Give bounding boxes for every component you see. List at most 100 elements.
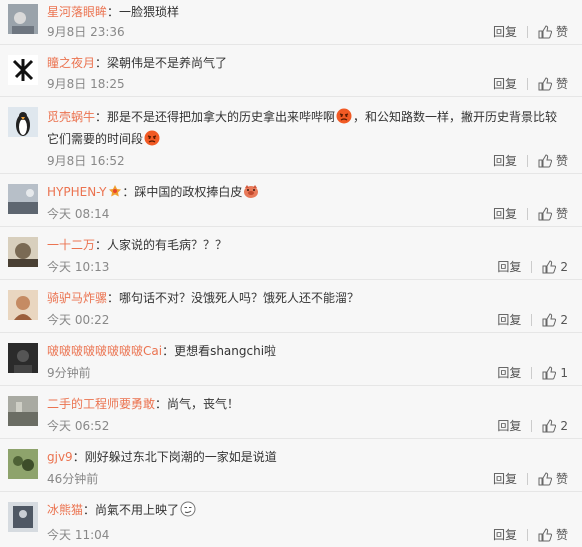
like-button[interactable]: 赞: [538, 152, 568, 170]
thumbs-up-icon: [538, 25, 552, 39]
like-button[interactable]: 赞: [538, 470, 568, 488]
like-button[interactable]: 2: [542, 258, 568, 276]
reply-button[interactable]: 回复: [493, 23, 517, 41]
divider: [526, 155, 528, 167]
username-link[interactable]: 瞳之夜月: [47, 56, 95, 70]
like-count: 2: [560, 260, 568, 274]
thumbs-up-icon: [538, 154, 552, 168]
like-count: 1: [560, 366, 568, 380]
comment-text: ：尚气，丧气！: [155, 397, 240, 411]
username-link[interactable]: 觅壳蜗牛: [47, 110, 95, 124]
comment-item: gjv9：刚好躲过东北下岗潮的一家如是说道 46分钟前 回复 赞: [0, 439, 582, 492]
username-link[interactable]: HYPHEN-Y: [47, 185, 106, 199]
like-label: 赞: [555, 207, 568, 221]
reply-button[interactable]: 回复: [497, 311, 521, 329]
divider: [526, 208, 528, 220]
comment-item: 冰熊猫：尚氣不用上映了 今天 11:04 回复 赞: [0, 492, 582, 547]
reply-button[interactable]: 回复: [493, 205, 517, 223]
reply-button[interactable]: 回复: [497, 258, 521, 276]
username-link[interactable]: 冰熊猫: [47, 503, 83, 517]
divider: [526, 529, 528, 541]
username-link[interactable]: 骑驴马炸骡: [47, 291, 107, 305]
reply-button[interactable]: 回复: [497, 364, 521, 382]
like-count: 2: [560, 419, 568, 433]
thumbs-up-icon: [542, 260, 557, 274]
comment-item: 啵啵啵啵啵啵啵啵Cai：更想看shangchi啦 9分钟前 回复 1: [0, 333, 582, 386]
thumbs-up-icon: [538, 77, 552, 91]
avatar[interactable]: [8, 55, 38, 85]
timestamp: 今天 11:04: [47, 528, 110, 542]
comment-text: ：尚氣不用上映了: [83, 503, 180, 517]
avatar[interactable]: [8, 502, 38, 532]
divider: [531, 367, 533, 379]
reply-button[interactable]: 回复: [493, 470, 517, 488]
comment-text: ：更想看shangchi啦: [162, 344, 277, 358]
like-button[interactable]: 1: [542, 364, 568, 382]
divider: [531, 314, 533, 326]
username-link[interactable]: 一十二万: [47, 238, 95, 252]
like-button[interactable]: 2: [542, 311, 568, 329]
like-button[interactable]: 2: [542, 417, 568, 435]
reply-button[interactable]: 回复: [493, 75, 517, 93]
member-badge-icon: [109, 185, 122, 197]
avatar[interactable]: [8, 237, 38, 267]
avatar[interactable]: [8, 449, 38, 479]
reply-button[interactable]: 回复: [493, 526, 517, 544]
comment-item: 一十二万：人家说的有毛病？？？ 今天 10:13 回复 2: [0, 227, 582, 280]
thumbs-up-icon: [542, 313, 557, 327]
reply-button[interactable]: 回复: [497, 417, 521, 435]
comment-text: ：人家说的有毛病？？？: [95, 238, 228, 252]
comment-text: ：梁朝伟是不是养尚气了: [95, 56, 228, 70]
comment-text: ：哪句话不对？没饿死人吗？饿死人还不能溜？: [107, 291, 360, 305]
like-label: 赞: [555, 77, 568, 91]
avatar[interactable]: [8, 290, 38, 320]
thumbs-up-icon: [542, 419, 557, 433]
angry-face-emoji-icon: [144, 130, 160, 146]
avatar[interactable]: [8, 107, 38, 137]
comment-item: HYPHEN-Y ：踩中国的政权捧白皮 今天 08:14 回复 赞: [0, 174, 582, 227]
like-button[interactable]: 赞: [538, 205, 568, 223]
thumbs-up-icon: [538, 207, 552, 221]
timestamp: 今天 10:13: [47, 260, 110, 274]
like-button[interactable]: 赞: [538, 526, 568, 544]
comment-text-part1: ：那是不是还得把加拿大的历史拿出来哔哔啊: [95, 110, 336, 124]
smirk-face-emoji-icon: [180, 501, 196, 517]
comment-item: 二手的工程师要勇敢：尚气，丧气！ 今天 06:52 回复 2: [0, 386, 582, 439]
comment-list: 星河落眼眸：一脸猥琐样 9月8日 23:36 回复 赞 瞳之夜月：梁朝伟是不是养…: [0, 0, 582, 547]
timestamp: 9月8日 16:52: [47, 154, 125, 168]
timestamp: 9月8日 23:36: [47, 25, 125, 39]
timestamp: 今天 00:22: [47, 313, 110, 327]
angry-face-emoji-icon: [336, 108, 352, 124]
avatar[interactable]: [8, 396, 38, 426]
like-label: 赞: [555, 472, 568, 486]
avatar[interactable]: [8, 4, 38, 34]
avatar[interactable]: [8, 184, 38, 214]
timestamp: 46分钟前: [47, 472, 99, 486]
like-label: 赞: [555, 154, 568, 168]
username-link[interactable]: 二手的工程师要勇敢: [47, 397, 155, 411]
username-link[interactable]: 啵啵啵啵啵啵啵啵Cai: [47, 344, 162, 358]
timestamp: 今天 06:52: [47, 419, 110, 433]
thumbs-up-icon: [538, 528, 552, 542]
timestamp: 9分钟前: [47, 366, 91, 380]
divider: [531, 261, 533, 273]
divider: [526, 26, 528, 38]
divider: [526, 78, 528, 90]
like-count: 2: [560, 313, 568, 327]
comment-text: ：踩中国的政权捧白皮: [122, 185, 243, 199]
pig-face-emoji-icon: [244, 185, 259, 198]
reply-button[interactable]: 回复: [493, 152, 517, 170]
comment-text: ：刚好躲过东北下岗潮的一家如是说道: [72, 450, 277, 464]
comment-item: 星河落眼眸：一脸猥琐样 9月8日 23:36 回复 赞: [0, 0, 582, 45]
timestamp: 9月8日 18:25: [47, 77, 125, 91]
like-button[interactable]: 赞: [538, 75, 568, 93]
username-link[interactable]: gjv9: [47, 450, 73, 464]
thumbs-up-icon: [538, 472, 552, 486]
comment-item: 觅壳蜗牛：那是不是还得把加拿大的历史拿出来哔哔啊 ，和公知路数一样，撇开历史背景比…: [0, 97, 582, 174]
avatar[interactable]: [8, 343, 38, 373]
like-button[interactable]: 赞: [538, 23, 568, 41]
divider: [531, 420, 533, 432]
comment-item: 瞳之夜月：梁朝伟是不是养尚气了 9月8日 18:25 回复 赞: [0, 45, 582, 97]
username-link[interactable]: 星河落眼眸: [47, 5, 107, 19]
divider: [526, 473, 528, 485]
